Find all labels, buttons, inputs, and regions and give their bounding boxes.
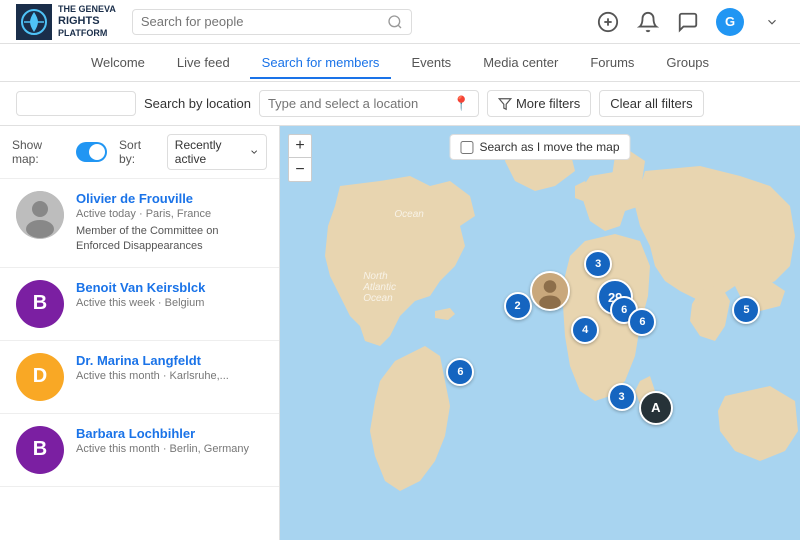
location-icon: 📍 — [453, 95, 470, 112]
avatar: D — [16, 353, 64, 401]
member-name: Dr. Marina Langfeldt — [76, 353, 263, 368]
filter-bar: Search by location 📍 More filters Clear … — [0, 82, 800, 126]
member-info: Dr. Marina Langfeldt Active this month ·… — [76, 353, 263, 386]
member-status: Active today · Paris, France — [76, 208, 263, 220]
filter-icon — [498, 97, 512, 111]
member-status: Active this week · Belgium — [76, 297, 263, 309]
avatar: B — [16, 426, 64, 474]
main-content: Show map: Sort by: Recently active — [0, 126, 800, 540]
member-info: Barbara Lochbihler Active this month · B… — [76, 426, 263, 459]
list-item[interactable]: B Barbara Lochbihler Active this month ·… — [0, 414, 279, 487]
add-icon[interactable] — [596, 10, 620, 34]
logo-icon — [16, 4, 52, 40]
list-item[interactable]: Olivier de Frouville Active today · Pari… — [0, 179, 279, 268]
map-zoom-controls[interactable]: + − — [288, 134, 312, 182]
map-cluster[interactable]: 2 — [504, 292, 532, 320]
map-cluster[interactable]: 5 — [732, 296, 760, 324]
message-icon[interactable] — [676, 10, 700, 34]
nav-live-feed[interactable]: Live feed — [165, 47, 242, 78]
member-info: Benoit Van Keirsblck Active this week · … — [76, 280, 263, 313]
location-search[interactable]: 📍 — [259, 90, 479, 117]
search-as-move-label: Search as I move the map — [479, 140, 619, 154]
more-filters-button[interactable]: More filters — [487, 90, 591, 117]
zoom-out-button[interactable]: − — [288, 158, 312, 182]
member-desc: Member of the Committee on Enforced Disa… — [76, 224, 263, 255]
member-status: Active this month · Berlin, Germany — [76, 443, 263, 455]
member-name: Benoit Van Keirsblck — [76, 280, 263, 295]
avatar — [16, 191, 64, 239]
nav-welcome[interactable]: Welcome — [79, 47, 157, 78]
main-nav: Welcome Live feed Search for members Eve… — [0, 44, 800, 82]
clear-filters-button[interactable]: Clear all filters — [599, 90, 703, 117]
chevron-down-icon[interactable] — [760, 10, 784, 34]
location-input[interactable] — [268, 96, 453, 111]
header-actions: G — [596, 8, 784, 36]
members-list: Olivier de Frouville Active today · Pari… — [0, 179, 279, 540]
header: THE GENEVA RIGHTS PLATFORM G — [0, 0, 800, 44]
map-cluster[interactable]: 3 — [608, 383, 636, 411]
nav-events[interactable]: Events — [399, 47, 463, 78]
search-as-move[interactable]: Search as I move the map — [449, 134, 630, 160]
member-name: Barbara Lochbihler — [76, 426, 263, 441]
avatar: B — [16, 280, 64, 328]
text-search-box[interactable] — [16, 91, 136, 116]
member-status: Active this month · Karlsruhe,... — [76, 370, 263, 382]
search-as-move-checkbox[interactable] — [460, 141, 473, 154]
user-avatar[interactable]: G — [716, 8, 744, 36]
list-item[interactable]: D Dr. Marina Langfeldt Active this month… — [0, 341, 279, 414]
nav-media-center[interactable]: Media center — [471, 47, 570, 78]
show-map-label: Show map: — [12, 138, 64, 166]
global-search[interactable] — [132, 9, 412, 35]
map-panel[interactable]: + − Search as I move the map 3 29 6 6 4 … — [280, 126, 800, 540]
sort-label: Sort by: — [119, 138, 155, 166]
logo-text: THE GENEVA RIGHTS PLATFORM — [58, 4, 116, 39]
member-info: Olivier de Frouville Active today · Pari… — [76, 191, 263, 255]
map-container[interactable]: + − Search as I move the map 3 29 6 6 4 … — [280, 126, 800, 540]
zoom-in-button[interactable]: + — [288, 134, 312, 158]
nav-search-members[interactable]: Search for members — [250, 47, 392, 78]
nav-groups[interactable]: Groups — [654, 47, 721, 78]
global-search-input[interactable] — [141, 14, 387, 29]
chevron-down-icon — [249, 146, 259, 158]
member-name: Olivier de Frouville — [76, 191, 263, 206]
search-icon — [387, 14, 403, 30]
sort-dropdown[interactable]: Recently active — [167, 134, 267, 170]
controls-bar: Show map: Sort by: Recently active — [0, 126, 279, 179]
show-map-toggle[interactable] — [76, 142, 107, 162]
members-panel: Show map: Sort by: Recently active — [0, 126, 280, 540]
map-photo-marker[interactable] — [530, 271, 570, 311]
logo: THE GENEVA RIGHTS PLATFORM — [16, 4, 116, 40]
notification-icon[interactable] — [636, 10, 660, 34]
map-cluster[interactable]: A — [639, 391, 673, 425]
world-map — [280, 126, 800, 540]
list-item[interactable]: B Benoit Van Keirsblck Active this week … — [0, 268, 279, 341]
nav-forums[interactable]: Forums — [578, 47, 646, 78]
location-filter-label: Search by location — [144, 96, 251, 111]
